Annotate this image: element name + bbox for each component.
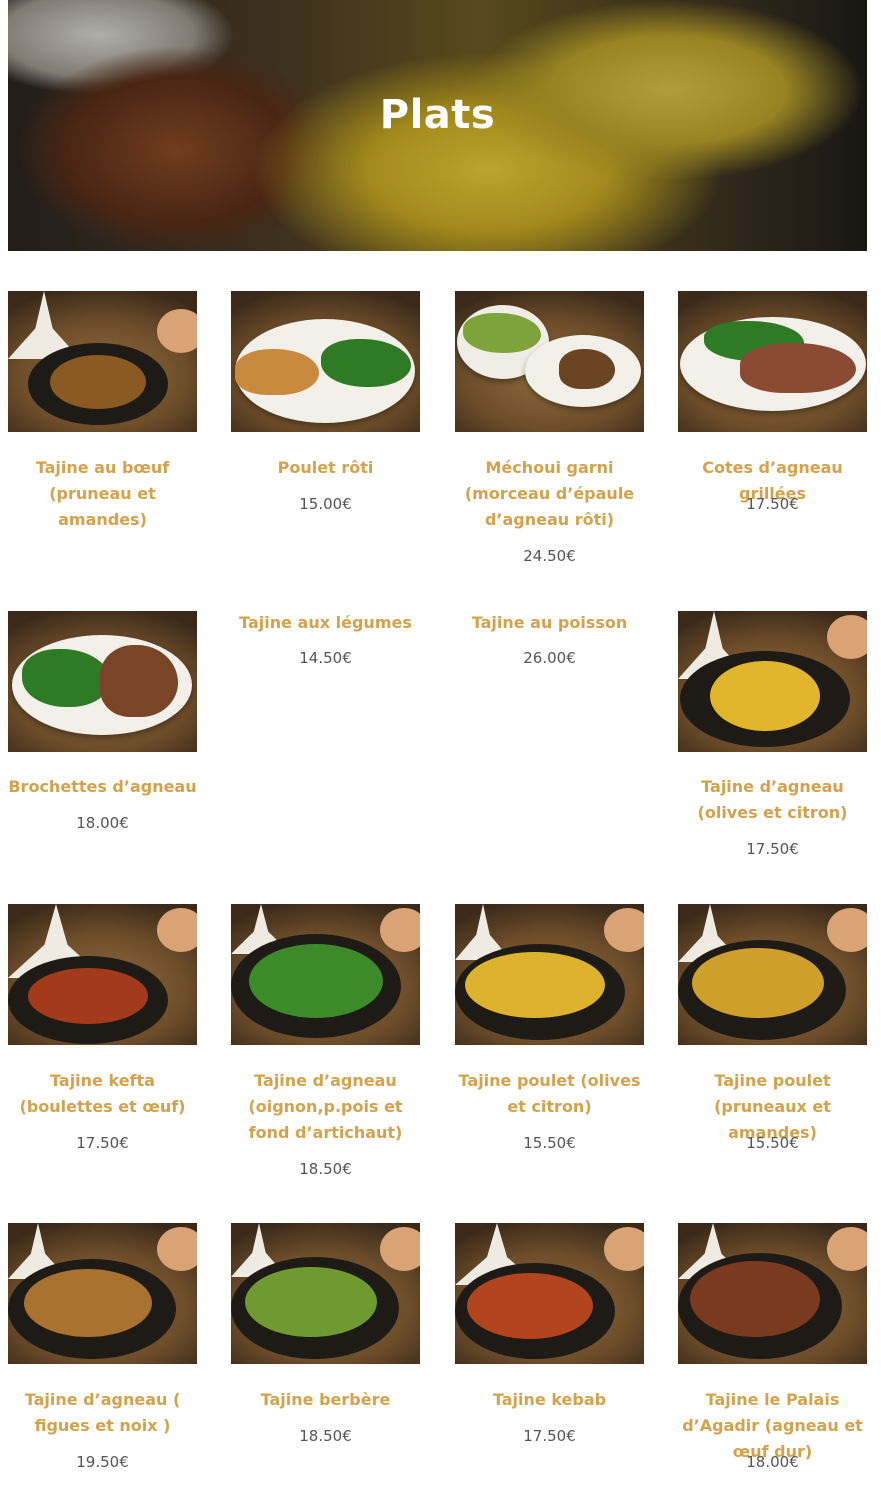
bread: [604, 908, 644, 952]
dish-name[interactable]: Tajine au bœuf (pruneau et amandes): [8, 455, 197, 533]
tagine-dish: [231, 934, 401, 1038]
dish-name[interactable]: Tajine kebab: [455, 1387, 644, 1413]
tagine-dish: [680, 651, 850, 747]
dish-name[interactable]: Brochettes d’agneau: [8, 774, 197, 800]
bread: [157, 309, 197, 353]
tagine-dish: [231, 1257, 399, 1359]
dish-photo-lamb-skewers[interactable]: [8, 611, 197, 752]
dish-photo-tagine-kebab[interactable]: [455, 1223, 644, 1364]
tagine-dish: [678, 1253, 842, 1359]
dish-photo-tagine-kefta[interactable]: [8, 904, 197, 1045]
dish-photo-tagine-chicken-olives[interactable]: [455, 904, 644, 1045]
dish-price: 18.50€: [299, 1160, 352, 1178]
bread: [157, 1227, 197, 1271]
dish-name[interactable]: Poulet rôti: [231, 455, 420, 481]
tagine-dish: [678, 940, 846, 1040]
dish-photo-tagine-lamb-figs[interactable]: [8, 1223, 197, 1364]
plate: [525, 335, 641, 407]
dish-price: 14.50€: [299, 649, 352, 667]
tagine-dish: [28, 343, 168, 425]
dish-name[interactable]: Tajine kefta (boulettes et œuf): [8, 1068, 197, 1120]
dish-photo-roast-chicken[interactable]: [231, 291, 420, 432]
page-title: Plats: [379, 92, 496, 138]
dish-price: 26.00€: [523, 649, 576, 667]
plate: [680, 317, 866, 411]
dish-photo-tagine-palais-agadir[interactable]: [678, 1223, 867, 1364]
dish-name[interactable]: Tajine poulet (olives et citron): [455, 1068, 644, 1120]
dish-price: 18.50€: [299, 1427, 352, 1445]
dish-name[interactable]: Tajine aux légumes: [231, 610, 420, 636]
hero-banner: Plats: [8, 0, 867, 251]
bread: [827, 908, 867, 952]
dish-name[interactable]: Tajine berbère: [231, 1387, 420, 1413]
tagine-dish: [8, 1259, 176, 1359]
dish-price: 17.50€: [523, 1427, 576, 1445]
tagine-dish: [455, 1263, 615, 1359]
bread: [380, 908, 420, 952]
bread: [604, 1227, 644, 1271]
dish-photo-tagine-lamb-olives[interactable]: [678, 611, 867, 752]
tagine-dish: [455, 944, 625, 1040]
dish-price: 18.00€: [76, 814, 129, 832]
dish-photo-tagine-chicken-prunes[interactable]: [678, 904, 867, 1045]
dish-photo-lamb-chops[interactable]: [678, 291, 867, 432]
dish-name[interactable]: Tajine d’agneau (olives et citron): [678, 774, 867, 826]
dish-price: 19.50€: [76, 1453, 129, 1471]
dish-price: 24.50€: [523, 547, 576, 565]
dish-price: 15.50€: [746, 1134, 799, 1152]
dish-price: 17.50€: [746, 495, 799, 513]
dish-photo-tagine-berbere[interactable]: [231, 1223, 420, 1364]
dish-price: 15.00€: [299, 495, 352, 513]
dish-photo-mechoui[interactable]: [455, 291, 644, 432]
dish-price: 18.00€: [746, 1453, 799, 1471]
dish-price: 17.50€: [746, 840, 799, 858]
dish-photo-tagine-beef[interactable]: [8, 291, 197, 432]
dish-price: 15.50€: [523, 1134, 576, 1152]
dish-name[interactable]: Méchoui garni (morceau d’épaule d’agneau…: [455, 455, 644, 533]
tagine-dish: [8, 956, 168, 1044]
dish-name[interactable]: Tajine au poisson: [455, 610, 644, 636]
plate: [12, 635, 192, 735]
plate: [235, 319, 415, 423]
dish-photo-tagine-lamb-peas[interactable]: [231, 904, 420, 1045]
dish-price: 17.50€: [76, 1134, 129, 1152]
bread: [827, 1227, 867, 1271]
dish-name[interactable]: Tajine d’agneau ( figues et noix ): [8, 1387, 197, 1439]
bread: [157, 908, 197, 952]
bread: [380, 1227, 420, 1271]
bread: [827, 615, 867, 659]
dish-name[interactable]: Tajine d’agneau (oignon,p.pois et fond d…: [231, 1068, 420, 1146]
